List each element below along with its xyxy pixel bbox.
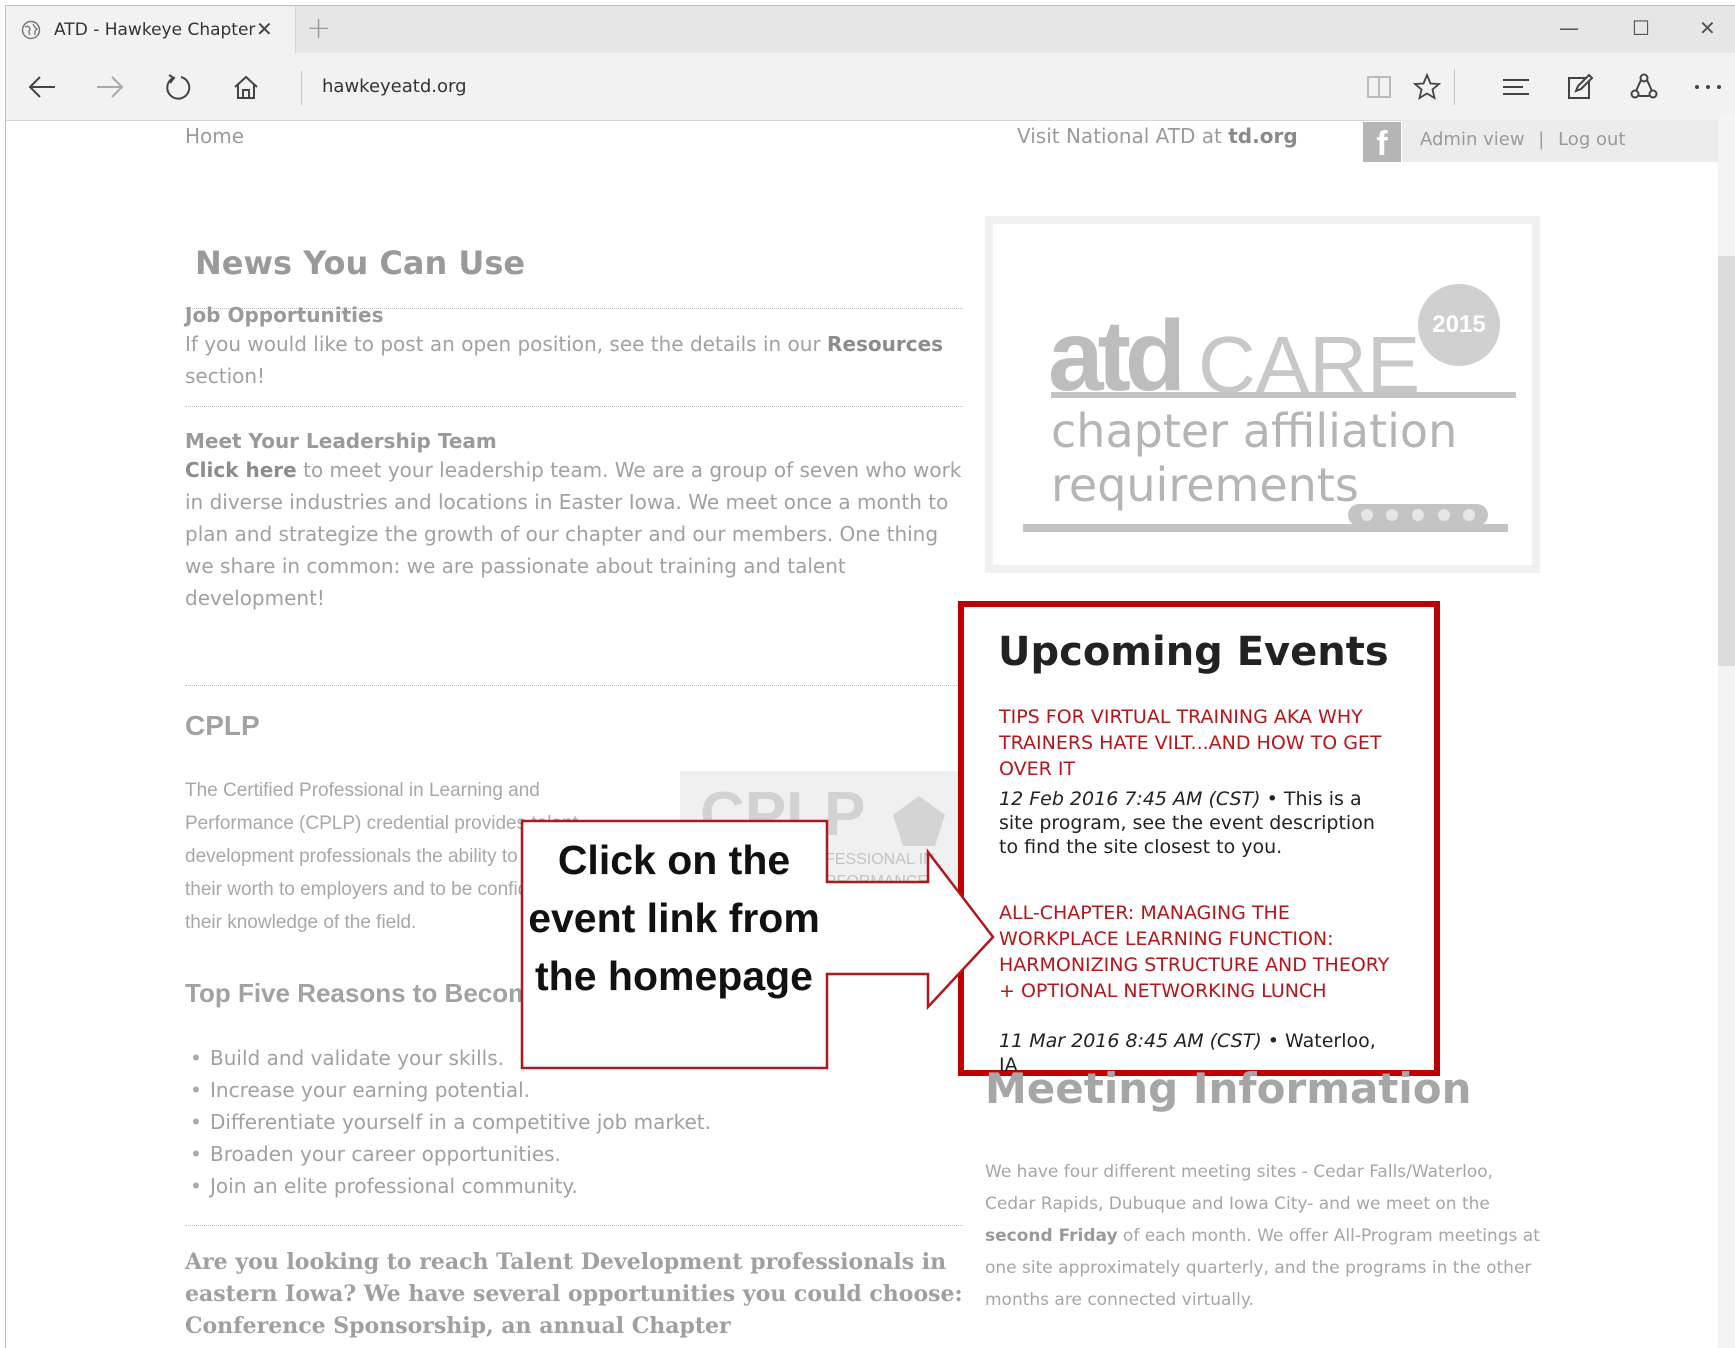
favorite-star-icon[interactable] bbox=[1409, 71, 1445, 103]
share-icon[interactable] bbox=[1626, 71, 1662, 103]
banner-inner: atd CARE 2015 chapter affiliation requir… bbox=[993, 224, 1532, 565]
event-link[interactable]: TIPS FOR VIRTUAL TRAINING AKA WHY TRAINE… bbox=[999, 704, 1399, 782]
leadership-heading: Meet Your Leadership Team bbox=[185, 429, 497, 453]
list-item: Join an elite professional community. bbox=[190, 1170, 711, 1202]
sponsorship-paragraph: Are you looking to reach Talent Developm… bbox=[185, 1249, 963, 1339]
maximize-icon[interactable]: ☐ bbox=[1632, 18, 1650, 38]
divider bbox=[185, 1225, 963, 1226]
event-meta: 12 Feb 2016 7:45 AM (CST) • This is a si… bbox=[999, 787, 1399, 859]
home-link[interactable]: Home bbox=[185, 124, 244, 148]
cplp-logo-line2: RFORMANCE bbox=[825, 873, 929, 890]
banner-rule bbox=[1023, 524, 1508, 532]
upcoming-events-box: Upcoming Events TIPS FOR VIRTUAL TRAININ… bbox=[958, 601, 1440, 1076]
admin-bar: Admin view | Log out bbox=[1402, 120, 1720, 162]
forward-icon[interactable] bbox=[92, 71, 128, 103]
upcoming-events-title: Upcoming Events bbox=[998, 629, 1389, 675]
resources-link[interactable]: Resources bbox=[827, 332, 943, 356]
banner-line1: chapter affiliation bbox=[1051, 404, 1458, 458]
news-title: News You Can Use bbox=[195, 244, 526, 282]
log-out-link[interactable]: Log out bbox=[1558, 129, 1625, 150]
web-page: Home Visit National ATD at td.org f Admi… bbox=[0, 116, 1735, 1348]
window-close-icon[interactable]: ✕ bbox=[1699, 18, 1716, 38]
address-bar[interactable]: hawkeyeatd.org bbox=[322, 76, 467, 97]
toolbar-separator bbox=[1454, 69, 1455, 105]
more-icon[interactable] bbox=[1690, 71, 1726, 103]
meeting-bold: second Friday bbox=[985, 1226, 1118, 1246]
hub-icon[interactable] bbox=[1498, 71, 1534, 103]
event-link[interactable]: ALL-CHAPTER: MANAGING THE WORKPLACE LEAR… bbox=[999, 900, 1399, 1004]
back-icon[interactable] bbox=[24, 71, 60, 103]
carousel-dots[interactable] bbox=[1348, 504, 1488, 526]
close-icon[interactable]: ✕ bbox=[256, 19, 273, 39]
meeting-text-before: We have four different meeting sites - C… bbox=[985, 1162, 1494, 1214]
list-item: Build and validate your skills. bbox=[190, 1042, 711, 1074]
address-separator bbox=[301, 71, 302, 105]
scrollbar-thumb[interactable] bbox=[1718, 256, 1735, 666]
home-icon[interactable] bbox=[228, 71, 264, 103]
pentagon-icon bbox=[893, 796, 945, 846]
event-date: 12 Feb 2016 7:45 AM (CST) bbox=[999, 788, 1261, 810]
event-date: 11 Mar 2016 8:45 AM (CST) bbox=[999, 1030, 1262, 1052]
reading-view-icon[interactable] bbox=[1361, 71, 1397, 103]
meeting-info-paragraph: We have four different meeting sites - C… bbox=[985, 1156, 1545, 1316]
globe-icon bbox=[20, 19, 42, 41]
atd-care-banner[interactable]: atd CARE 2015 chapter affiliation requir… bbox=[985, 216, 1540, 573]
browser-tab[interactable]: ATD - Hawkeye Chapter ✕ bbox=[6, 6, 296, 53]
list-item: Broaden your career opportunities. bbox=[190, 1138, 711, 1170]
job-text-before: If you would like to post an open positi… bbox=[185, 332, 828, 356]
admin-separator: | bbox=[1538, 129, 1545, 150]
job-text-after: section! bbox=[185, 364, 266, 388]
divider bbox=[185, 685, 963, 686]
refresh-icon[interactable] bbox=[160, 71, 196, 103]
year-badge: 2015 bbox=[1418, 284, 1500, 366]
tab-title: ATD - Hawkeye Chapter bbox=[54, 19, 256, 40]
click-here-link[interactable]: Click here bbox=[185, 458, 297, 482]
banner-rule bbox=[1051, 392, 1516, 398]
web-note-icon[interactable] bbox=[1562, 71, 1598, 103]
visit-national-text: Visit National ATD at td.org bbox=[1017, 124, 1298, 148]
navigation-bar: hawkeyeatd.org bbox=[6, 53, 1735, 121]
leadership-text: to meet your leadership team. We are a g… bbox=[185, 458, 962, 610]
leadership-paragraph: Click here to meet your leadership team.… bbox=[185, 454, 965, 614]
job-heading-text: Job Opportunities bbox=[185, 303, 384, 327]
new-tab-icon[interactable]: + bbox=[306, 14, 331, 44]
tab-bar: ATD - Hawkeye Chapter ✕ + — ☐ ✕ bbox=[6, 6, 1735, 53]
facebook-icon[interactable]: f bbox=[1363, 122, 1401, 163]
cplp-title: CPLP bbox=[185, 710, 260, 741]
reasons-list: Build and validate your skills. Increase… bbox=[190, 1042, 711, 1202]
minimize-icon[interactable]: — bbox=[1559, 18, 1579, 38]
callout-text: Click on the event link from the homepag… bbox=[528, 837, 820, 999]
visit-prefix: Visit National ATD at bbox=[1017, 124, 1229, 148]
admin-view-link[interactable]: Admin view bbox=[1420, 129, 1525, 150]
list-item: Increase your earning potential. bbox=[190, 1074, 711, 1106]
job-paragraph: If you would like to post an open positi… bbox=[185, 328, 965, 392]
td-org-link[interactable]: td.org bbox=[1228, 124, 1297, 148]
banner-line2: requirements bbox=[1051, 458, 1359, 512]
meeting-info-title: Meeting Information bbox=[985, 1064, 1472, 1113]
cplp-logo-line1: FESSIONAL IN bbox=[825, 851, 935, 868]
divider bbox=[185, 406, 963, 407]
list-item: Differentiate yourself in a competitive … bbox=[190, 1106, 711, 1138]
